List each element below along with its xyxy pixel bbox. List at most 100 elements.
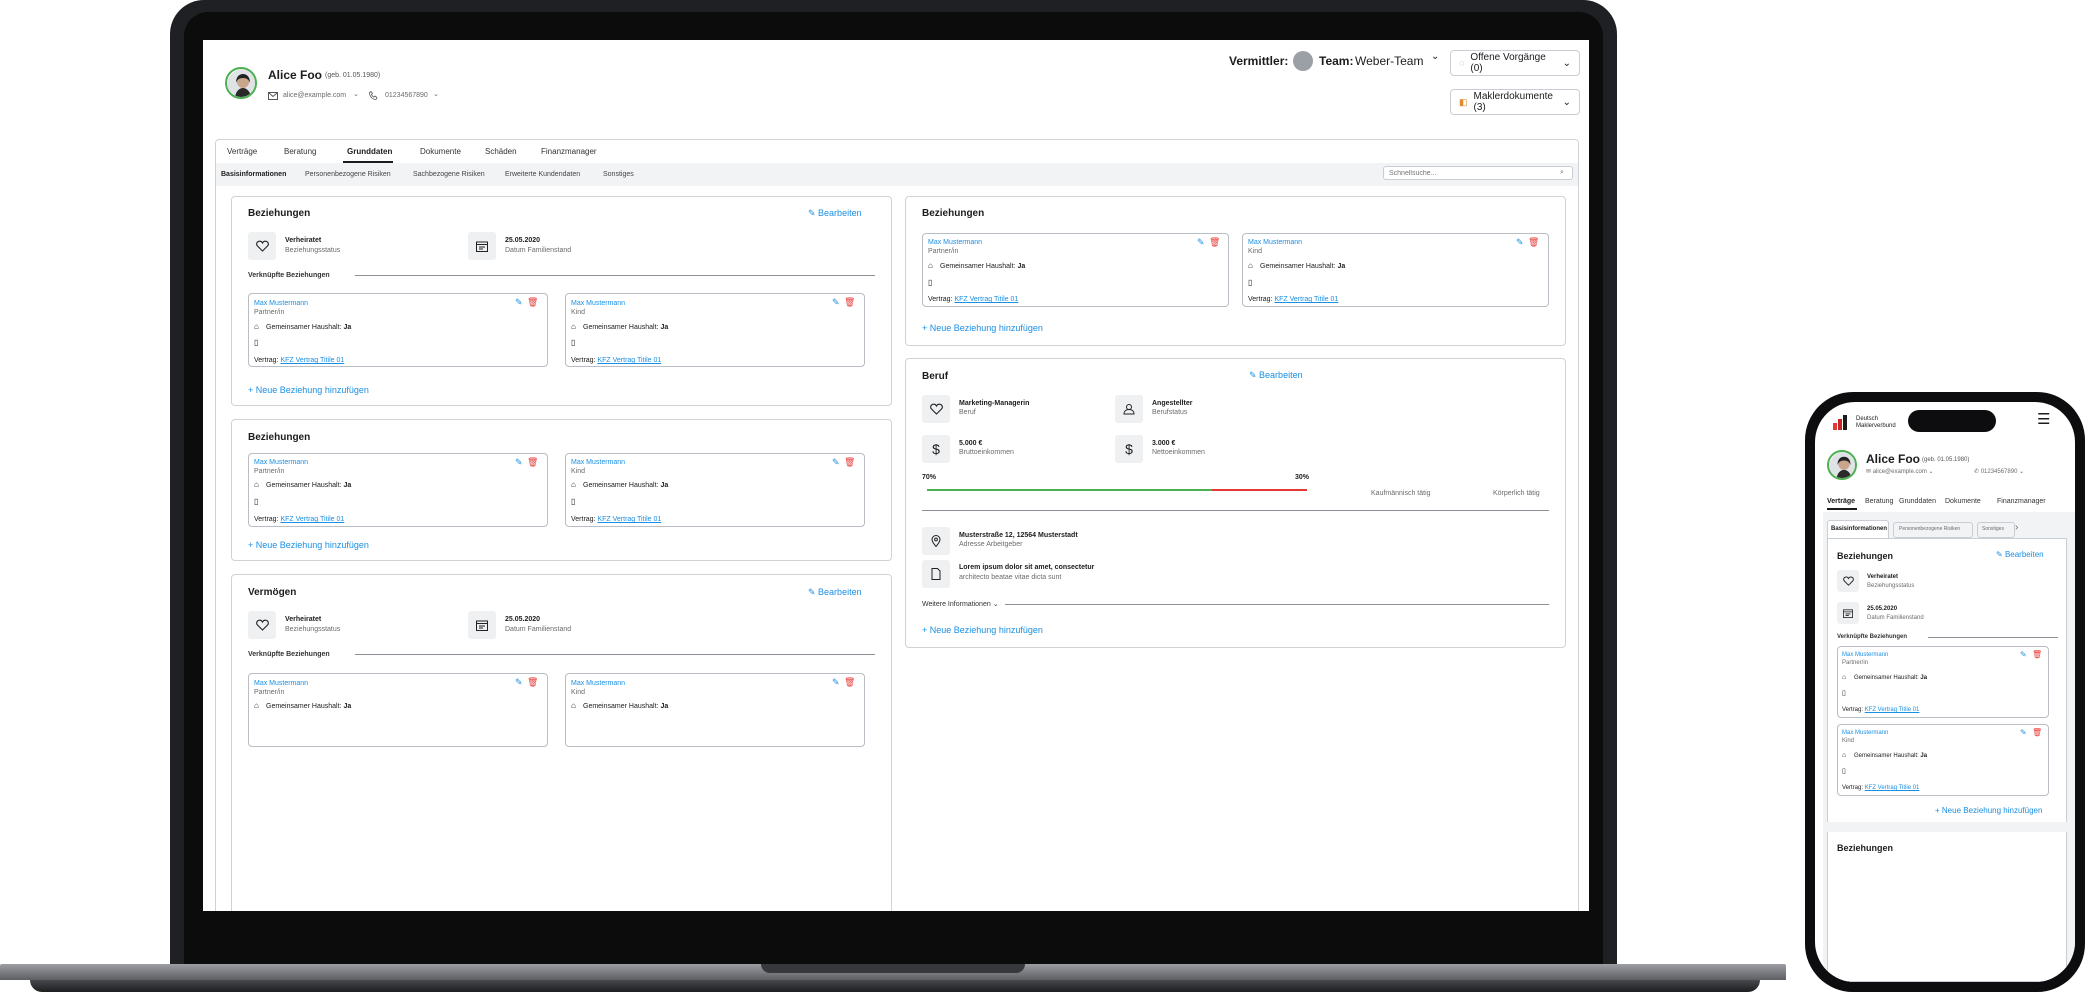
edit-icon[interactable]: ✎ — [515, 678, 523, 687]
delete-icon[interactable]: 🗑 — [844, 678, 855, 687]
status-label: Beziehungsstatus — [1867, 583, 1915, 589]
edit-icon[interactable]: ✎ — [2020, 729, 2027, 737]
tab-dokumente[interactable]: Dokumente — [1945, 498, 1981, 505]
team-value[interactable]: Weber-Team — [1355, 55, 1423, 67]
contract-row: Vertrag: KFZ Vertrag Titile 01 — [254, 357, 345, 364]
subtab-label: Basisinformationen — [1831, 526, 1888, 532]
contract-link[interactable]: KFZ Vertrag Titile 01 — [597, 516, 661, 523]
delete-icon[interactable]: 🗑 — [2032, 729, 2042, 737]
offene-vorgaenge-button[interactable]: ◌ Offene Vorgänge (0) ⌄ — [1450, 50, 1580, 76]
delete-icon[interactable]: 🗑 — [844, 298, 855, 307]
laptop-notch — [761, 964, 1025, 973]
contract-link[interactable]: KFZ Vertrag Titile 01 — [280, 357, 344, 364]
team-chevron-icon[interactable]: ⌄ — [1431, 52, 1439, 62]
contract-link[interactable]: KFZ Vertrag Titile 01 — [597, 357, 661, 364]
customer-email[interactable]: alice@example.com — [283, 92, 346, 99]
tab-dokumente[interactable]: Dokumente — [420, 148, 461, 156]
search-input[interactable] — [1383, 166, 1573, 180]
tab-finanzmanager[interactable]: Finanzmanager — [541, 148, 597, 156]
phone-chevron-icon[interactable]: ⌄ — [433, 91, 439, 98]
delete-icon[interactable]: 🗑 — [527, 298, 538, 307]
person-name[interactable]: Max Mustermann — [571, 680, 625, 687]
maklerdokumente-button[interactable]: ◧ Maklerdokumente (3) ⌄ — [1450, 89, 1580, 115]
tab-schaeden[interactable]: Schäden — [485, 148, 517, 156]
tab-finanzmanager[interactable]: Finanzmanager — [1997, 498, 2046, 505]
edit-button[interactable]: ✎ Bearbeiten — [1249, 371, 1303, 380]
add-relation-button[interactable]: + Neue Beziehung hinzufügen — [248, 541, 369, 550]
contract-row: Vertrag: KFZ Vertrag Titile 01 — [1248, 296, 1339, 303]
tab-vertraege[interactable]: Verträge — [1827, 498, 1855, 505]
avatar — [225, 67, 257, 99]
heart-icon — [1837, 570, 1859, 592]
subtab-sonstiges[interactable]: Sonstiges — [603, 171, 634, 178]
person-name[interactable]: Max Mustermann — [254, 680, 308, 687]
customer-birth: (geb. 01.05.1980) — [325, 72, 381, 79]
tab-grunddaten[interactable]: Grunddaten — [347, 148, 392, 156]
delete-icon[interactable]: 🗑 — [1209, 238, 1220, 247]
add-relation-button[interactable]: + Neue Beziehung hinzufügen — [922, 324, 1043, 333]
person-name[interactable]: Max Mustermann — [1842, 730, 1888, 736]
edit-icon[interactable]: ✎ — [515, 298, 523, 307]
customer-birth: (geb. 01.05.1980) — [1922, 457, 1970, 463]
add-relation-button[interactable]: + Neue Beziehung hinzufügen — [1935, 807, 2042, 815]
delete-icon[interactable]: 🗑 — [844, 458, 855, 467]
edit-icon[interactable]: ✎ — [832, 458, 840, 467]
tab-beratung[interactable]: Beratung — [284, 148, 316, 156]
label-right: Körperlich tätig — [1493, 490, 1540, 497]
person-name[interactable]: Max Mustermann — [1842, 652, 1888, 658]
person-name[interactable]: Max Mustermann — [254, 459, 308, 466]
contract-link[interactable]: KFZ Vertrag Titile 01 — [1865, 785, 1920, 791]
tab-grunddaten[interactable]: Grunddaten — [1899, 498, 1936, 505]
add-relation-button[interactable]: + Neue Beziehung hinzufügen — [248, 386, 369, 395]
more-info-toggle[interactable]: Weitere Informationen ⌄ — [922, 601, 999, 608]
contract-link[interactable]: KFZ Vertrag Titile 01 — [280, 516, 344, 523]
edit-icon[interactable]: ✎ — [1197, 238, 1205, 247]
menu-icon[interactable]: ☰ — [2037, 412, 2050, 427]
delete-icon[interactable]: 🗑 — [2032, 651, 2042, 659]
subtab-erweiterte[interactable]: Erweiterte Kundendaten — [505, 171, 580, 178]
house-icon: ⌂ — [928, 261, 933, 270]
person-name[interactable]: Max Mustermann — [1248, 239, 1302, 246]
contract-link[interactable]: KFZ Vertrag Titile 01 — [954, 296, 1018, 303]
contract-link[interactable]: KFZ Vertrag Titile 01 — [1865, 707, 1920, 713]
delete-icon[interactable]: 🗑 — [527, 678, 538, 687]
person-name[interactable]: Max Mustermann — [571, 300, 625, 307]
date-label: Datum Familienstand — [505, 626, 572, 633]
delete-icon[interactable]: 🗑 — [1528, 238, 1539, 247]
edit-icon[interactable]: ✎ — [2020, 651, 2027, 659]
tab-vertraege[interactable]: Verträge — [227, 148, 257, 156]
customer-phone[interactable]: ✆ 01234567890 ⌄ — [1974, 469, 2024, 475]
delete-icon[interactable]: 🗑 — [527, 458, 538, 467]
job-value: Marketing-Managerin — [959, 400, 1030, 407]
chevron-right-icon[interactable]: › — [2015, 523, 2018, 533]
section-title: Vermögen — [248, 587, 297, 598]
subtab-basisinformationen[interactable]: Basisinformationen — [221, 171, 286, 178]
status-value: Verheiratet — [1867, 574, 1899, 580]
edit-icon[interactable]: ✎ — [832, 298, 840, 307]
edit-button[interactable]: ✎ Bearbeiten — [1996, 551, 2044, 559]
household-row: Gemeinsamer Haushalt: Ja — [940, 263, 1026, 270]
email-chevron-icon[interactable]: ⌄ — [353, 91, 359, 98]
subtab-label: Personenbezogene Risiken — [1899, 526, 1961, 532]
add-relation-button[interactable]: + Neue Beziehung hinzufügen — [922, 626, 1043, 635]
subtab-personenbezogene[interactable]: Personenbezogene Risiken — [305, 171, 391, 178]
file-icon: ▯ — [1248, 278, 1253, 287]
linked-relations-label: Verknüpfte Beziehungen — [1837, 634, 1908, 640]
edit-icon[interactable]: ✎ — [832, 678, 840, 687]
edit-icon[interactable]: ✎ — [515, 458, 523, 467]
edit-icon[interactable]: ✎ — [1516, 238, 1524, 247]
calendar-icon — [468, 611, 496, 639]
person-name[interactable]: Max Mustermann — [928, 239, 982, 246]
dollar-icon: $ — [1115, 435, 1143, 463]
edit-button[interactable]: ✎ Bearbeiten — [808, 588, 862, 597]
file-icon: ▯ — [571, 497, 576, 506]
edit-button[interactable]: ✎ Bearbeiten — [808, 209, 862, 218]
person-name[interactable]: Max Mustermann — [254, 300, 308, 307]
customer-email[interactable]: ✉ alice@example.com ⌄ — [1866, 469, 1934, 475]
subtab-sachbezogene[interactable]: Sachbezogene Risiken — [413, 171, 485, 178]
tab-beratung[interactable]: Beratung — [1865, 498, 1893, 505]
person-role: Kind — [571, 468, 586, 475]
contract-link[interactable]: KFZ Vertrag Titile 01 — [1274, 296, 1338, 303]
customer-phone[interactable]: 01234567890 — [385, 92, 428, 99]
person-name[interactable]: Max Mustermann — [571, 459, 625, 466]
